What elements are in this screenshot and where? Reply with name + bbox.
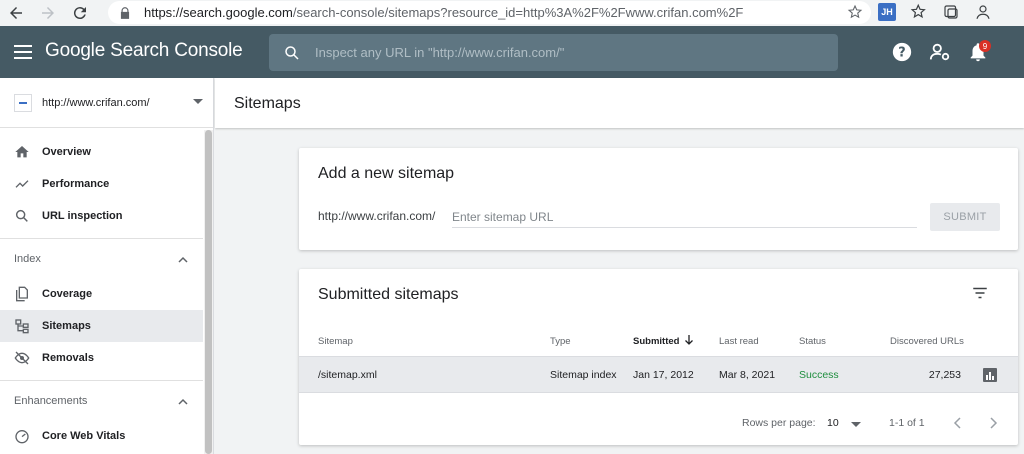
sitemap-icon xyxy=(15,319,29,334)
lock-icon xyxy=(120,6,130,19)
star-list-icon[interactable] xyxy=(910,3,928,21)
url-inspect-search[interactable] xyxy=(269,34,838,71)
browser-toolbar: https://search.google.com/search-console… xyxy=(0,0,1024,26)
add-sitemap-title: Add a new sitemap xyxy=(318,165,455,182)
filter-icon[interactable] xyxy=(971,284,989,302)
dropdown-caret-icon xyxy=(193,99,203,104)
page-title: Sitemaps xyxy=(234,95,301,112)
sidebar-item-url-inspection[interactable]: URL inspection xyxy=(0,200,203,232)
search-input[interactable] xyxy=(315,45,795,60)
arrow-right-icon xyxy=(42,7,54,19)
column-header-type[interactable]: Type xyxy=(550,336,571,347)
sitemap-url-prefix: http://www.crifan.com/ xyxy=(318,209,436,223)
sidebar-item-performance[interactable]: Performance xyxy=(0,168,203,200)
extension-icons: JH xyxy=(878,3,992,21)
back-button[interactable] xyxy=(0,0,32,26)
chevron-left-icon[interactable] xyxy=(951,416,965,430)
search-icon xyxy=(15,209,28,222)
chevron-up-icon xyxy=(178,256,188,263)
coverage-icon xyxy=(16,286,28,302)
column-header-submitted[interactable]: Submitted xyxy=(633,336,679,347)
bar-chart-icon[interactable] xyxy=(982,367,998,383)
sidebar-item-label: Coverage xyxy=(42,288,93,300)
dropdown-caret-icon[interactable] xyxy=(851,422,861,427)
app-logo[interactable]: Google Search Console xyxy=(45,40,243,62)
trending-up-icon xyxy=(15,180,29,188)
sidebar-item-removals[interactable]: Removals xyxy=(0,342,203,374)
property-label: http://www.crifan.com/ xyxy=(42,96,150,109)
address-bar[interactable]: https://search.google.com/search-console… xyxy=(108,1,871,24)
manage-users-icon[interactable] xyxy=(929,41,951,63)
page-header: Sitemaps xyxy=(215,78,1024,128)
bookmark-star-icon[interactable] xyxy=(847,4,863,20)
rows-per-page-select[interactable]: 10 xyxy=(827,417,839,429)
column-header-discovered-urls[interactable]: Discovered URLs xyxy=(890,336,964,347)
sidebar-item-label: Core Web Vitals xyxy=(42,430,126,442)
sidebar-item-label: Performance xyxy=(42,178,110,190)
scrollbar-thumb[interactable] xyxy=(205,130,212,454)
cell-submitted: Jan 17, 2012 xyxy=(633,369,694,381)
pagination-range: 1-1 of 1 xyxy=(889,417,925,429)
eye-off-icon xyxy=(14,351,30,365)
collections-icon[interactable] xyxy=(942,3,960,21)
cell-type: Sitemap index xyxy=(550,369,617,381)
site-favicon xyxy=(14,93,32,112)
submitted-sitemaps-card: Submitted sitemaps Sitemap Type Submitte… xyxy=(299,269,1018,445)
sidebar-item-label: Overview xyxy=(42,146,91,158)
profile-icon[interactable] xyxy=(974,3,992,21)
chevron-up-icon xyxy=(178,398,188,405)
forward-button[interactable] xyxy=(32,0,64,26)
sort-descending-arrow-icon[interactable] xyxy=(683,334,695,346)
sidebar-item-label: URL inspection xyxy=(42,210,123,222)
main-content: Sitemaps Add a new sitemap http://www.cr… xyxy=(215,78,1024,454)
svg-text:?: ? xyxy=(898,46,905,61)
hamburger-menu-icon[interactable] xyxy=(12,42,34,62)
sidebar-scrollbar[interactable] xyxy=(204,130,213,454)
sidebar-item-label: Removals xyxy=(42,352,94,364)
submitted-sitemaps-title: Submitted sitemaps xyxy=(318,286,459,303)
column-header-status[interactable]: Status xyxy=(799,336,826,347)
gauge-icon xyxy=(15,430,29,444)
cell-sitemap: /sitemap.xml xyxy=(318,369,377,381)
url-host: https://search.google.com xyxy=(144,5,293,20)
extension-jh-button[interactable]: JH xyxy=(878,3,896,21)
rows-per-page-label: Rows per page: xyxy=(742,417,816,429)
sidebar-item-sitemaps[interactable]: Sitemaps xyxy=(0,310,203,342)
section-label: Enhancements xyxy=(14,394,88,407)
property-selector[interactable]: http://www.crifan.com/ xyxy=(0,78,213,128)
home-icon xyxy=(15,146,29,158)
url-path: /search-console/sitemaps?resource_id=htt… xyxy=(292,5,744,20)
sidebar: http://www.crifan.com/ Overview Performa… xyxy=(0,78,214,454)
sidebar-item-overview[interactable]: Overview xyxy=(0,136,203,168)
section-label: Index xyxy=(14,252,41,265)
column-header-last-read[interactable]: Last read xyxy=(719,336,759,347)
arrow-left-icon xyxy=(10,7,22,19)
app-header: Google Search Console ? xyxy=(0,26,1024,78)
sidebar-section-index[interactable]: Index xyxy=(0,238,203,278)
reload-icon xyxy=(73,7,86,20)
submit-button[interactable]: SUBMIT xyxy=(930,203,1000,231)
sidebar-item-core-web-vitals[interactable]: Core Web Vitals xyxy=(0,420,203,452)
sidebar-item-coverage[interactable]: Coverage xyxy=(0,278,203,310)
cell-last-read: Mar 8, 2021 xyxy=(719,369,776,381)
add-sitemap-card: Add a new sitemap http://www.crifan.com/… xyxy=(299,148,1018,250)
table-row[interactable]: /sitemap.xml Sitemap index Jan 17, 2012 … xyxy=(299,356,1018,393)
sitemap-url-input[interactable] xyxy=(452,206,917,228)
cell-status: Success xyxy=(799,369,839,381)
reload-button[interactable] xyxy=(64,0,96,26)
sidebar-item-label: Sitemaps xyxy=(42,320,91,332)
cell-discovered-urls: 27,253 xyxy=(928,369,961,381)
search-icon xyxy=(285,45,299,60)
sidebar-section-enhancements[interactable]: Enhancements xyxy=(0,380,203,420)
chevron-right-icon[interactable] xyxy=(986,416,1000,430)
help-icon[interactable]: ? xyxy=(891,41,913,63)
column-header-sitemap[interactable]: Sitemap xyxy=(318,336,353,347)
notification-count-badge: 9 xyxy=(979,40,991,52)
